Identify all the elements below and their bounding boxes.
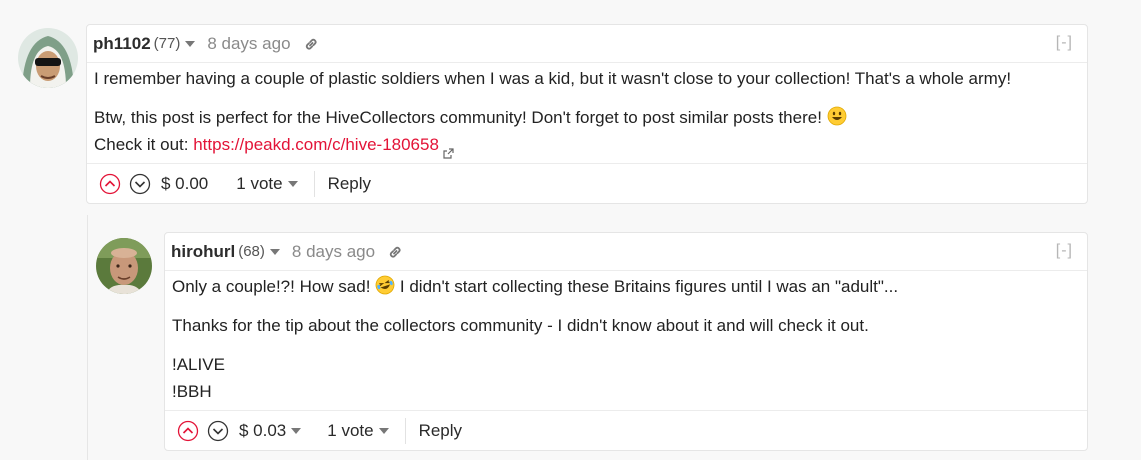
divider (404, 417, 406, 444)
comment-body: I remember having a couple of plastic so… (87, 63, 1087, 159)
divider (313, 170, 315, 197)
timestamp[interactable]: 8 days ago (292, 242, 375, 262)
payout-value[interactable]: $ 0.00 (161, 174, 208, 194)
author-reputation: (77) (153, 35, 181, 52)
upvote-icon[interactable] (99, 173, 121, 195)
comment-card-ph1102: ph1102 (77) 8 days ago [-] I remember ha… (86, 24, 1088, 204)
payout-value[interactable]: $ 0.03 (239, 421, 286, 441)
comment-footer: $ 0.03 1 vote Reply (165, 410, 1087, 450)
comment-header: hirohurl (68) 8 days ago [-] (165, 233, 1087, 271)
link-icon[interactable] (387, 244, 403, 260)
comment-paragraph: Btw, this post is perfect for the HiveCo… (94, 104, 1080, 131)
comment-paragraph: Only a couple!?! How sad! I didn't start… (172, 273, 1080, 300)
comment-paragraph: I remember having a couple of plastic so… (94, 69, 1012, 88)
caret-down-icon[interactable] (291, 427, 302, 434)
comment-card-hirohurl: hirohurl (68) 8 days ago [-] Only a coup… (164, 232, 1088, 451)
vote-count[interactable]: 1 vote (236, 174, 282, 194)
comment-text: Btw, this post is perfect for the HiveCo… (94, 108, 822, 127)
reply-button[interactable]: Reply (328, 174, 371, 194)
caret-down-icon[interactable] (269, 248, 280, 255)
laughing-emoji-icon (375, 275, 395, 295)
author-reputation: (68) (238, 243, 265, 260)
comment-body: Only a couple!?! How sad! I didn't start… (165, 271, 1087, 405)
downvote-icon[interactable] (129, 173, 151, 195)
comment-line: !BBH (172, 382, 212, 401)
downvote-icon[interactable] (207, 420, 229, 442)
external-link-icon (443, 140, 454, 159)
community-link[interactable]: https://peakd.com/c/hive-180658 (193, 135, 439, 154)
avatar-hirohurl[interactable] (96, 238, 152, 294)
vote-count[interactable]: 1 vote (327, 421, 373, 441)
comment-text: Only a couple!?! How sad! (172, 277, 371, 296)
avatar-ph1102[interactable] (18, 28, 78, 88)
reply-button[interactable]: Reply (419, 421, 462, 441)
caret-down-icon[interactable] (185, 40, 196, 47)
link-icon[interactable] (303, 36, 319, 52)
comment-paragraph: Check it out: https://peakd.com/c/hive-1… (94, 131, 1080, 159)
caret-down-icon[interactable] (287, 180, 298, 187)
comment-footer: $ 0.00 1 vote Reply (87, 163, 1087, 203)
thread-line (87, 215, 88, 460)
caret-down-icon[interactable] (378, 427, 389, 434)
comment-text: I didn't start collecting these Britains… (395, 277, 899, 296)
comment-paragraph: Thanks for the tip about the collectors … (172, 316, 869, 335)
smiley-emoji-icon (827, 106, 847, 126)
collapse-toggle[interactable]: [-] (1056, 34, 1073, 52)
timestamp[interactable]: 8 days ago (207, 34, 290, 54)
comment-header: ph1102 (77) 8 days ago [-] (87, 25, 1087, 63)
author-name[interactable]: hirohurl (171, 242, 235, 262)
upvote-icon[interactable] (177, 420, 199, 442)
comment-line: !ALIVE (172, 355, 225, 374)
author-name[interactable]: ph1102 (93, 34, 151, 54)
comment-text: Check it out: (94, 135, 194, 154)
collapse-toggle[interactable]: [-] (1056, 242, 1073, 260)
